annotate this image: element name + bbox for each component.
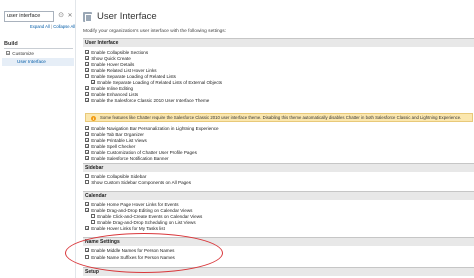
checkbox-checked[interactable]: ✓ — [85, 156, 89, 161]
page-description: Modify your organization's user interfac… — [83, 29, 227, 34]
option-collapsible-sidebar[interactable]: Enable Collapsible Sidebar — [85, 174, 146, 180]
option-drag-drop-editing[interactable]: ✓ Enable Drag-and-Drop Editing on Calenda… — [85, 208, 192, 214]
option-tab-bar-organizer[interactable]: ✓ Enable Tab Bar Organizer — [85, 132, 144, 138]
checkbox-unchecked[interactable] — [91, 220, 96, 225]
section-header-calendar: Calendar — [83, 191, 474, 200]
option-notification-banner[interactable]: ✓ Enable Salesforce Notification Banner — [85, 156, 169, 162]
option-drag-drop-scheduling[interactable]: Enable Drag-and-Drop Scheduling on List … — [91, 220, 196, 226]
option-classic-2010-theme[interactable]: ✓ Enable the Salesforce Classic 2010 User… — [85, 98, 209, 104]
build-section-header: Build — [4, 41, 18, 47]
checkbox-checked[interactable]: ✓ — [85, 208, 89, 213]
divider — [4, 48, 73, 49]
option-home-page-hover-links[interactable]: ✓ Enable Home Page Hover Links for Events — [85, 202, 179, 208]
option-label: Enable Drag-and-Drop Scheduling on List … — [97, 220, 196, 225]
link-separator: | — [50, 24, 53, 29]
section-header-sidebar: Sidebar — [83, 163, 474, 172]
option-label: Enable Customization of Chatter User Pro… — [91, 150, 197, 155]
option-spell-checker[interactable]: ✓ Enable Spell Checker — [85, 144, 135, 150]
checkbox-checked[interactable]: ✓ — [85, 86, 89, 91]
collapse-all-link[interactable]: Collapse All — [53, 24, 75, 29]
tree-item-label: Customize — [12, 51, 34, 56]
option-quick-create[interactable]: ✓ Show Quick Create — [85, 56, 131, 62]
section-header-user-interface: User Interface — [83, 38, 474, 47]
option-label: Enable Click-and-Create Events on Calend… — [97, 214, 203, 219]
option-label: Enable the Salesforce Classic 2010 User … — [91, 98, 210, 103]
option-label: Show Custom Sidebar Components on All Pa… — [91, 180, 192, 185]
option-nav-bar-personalization[interactable]: ✓ Enable Navigation Bar Personalization i… — [85, 126, 219, 132]
option-label: Enable Related List Hover Links — [91, 68, 157, 73]
expand-all-link[interactable]: Expand All — [30, 24, 50, 29]
option-label: Enable Separate Loading of Related Lists… — [97, 80, 223, 85]
checkbox-unchecked[interactable] — [85, 74, 90, 79]
checkbox-checked[interactable]: ✓ — [85, 226, 89, 231]
expand-collapse-links: Expand All | Collapse All — [30, 24, 75, 29]
tree-item-user-interface[interactable]: User Interface — [2, 58, 74, 66]
option-separate-loading[interactable]: Enable Separate Loading of Related Lists — [85, 74, 176, 80]
option-inline-editing[interactable]: ✓ Enable Inline Editing — [85, 86, 133, 92]
checkbox-checked[interactable]: ✓ — [85, 132, 89, 137]
option-label: Enable Drag-and-Drop Editing on Calendar… — [91, 208, 193, 213]
option-label: Enable Enhanced Lists — [91, 92, 139, 97]
option-hover-details[interactable]: ✓ Enable Hover Details — [85, 62, 134, 68]
option-label: Enable Printable List Views — [91, 138, 147, 143]
option-label: Enable Separate Loading of Related Lists — [91, 74, 176, 79]
option-enhanced-lists[interactable]: ✓ Enable Enhanced Lists — [85, 92, 138, 98]
checkbox-unchecked[interactable] — [85, 174, 90, 179]
checkbox-unchecked[interactable] — [91, 214, 96, 219]
page-title: User Interface — [97, 11, 157, 22]
option-hover-links-tasks[interactable]: ✓ Enable Hover Links for My Tasks list — [85, 226, 165, 232]
option-label: Enable Spell Checker — [91, 144, 136, 149]
option-label: Enable Inline Editing — [91, 86, 134, 91]
info-banner: i Some features like Chatter require the… — [85, 113, 473, 122]
annotation-ellipse — [65, 233, 223, 273]
checkbox-checked[interactable]: ✓ — [85, 138, 89, 143]
info-icon: i — [91, 115, 96, 121]
option-label: Enable Salesforce Notification Banner — [91, 156, 169, 161]
checkbox-checked[interactable]: ✓ — [85, 98, 89, 103]
option-click-create-events[interactable]: Enable Click-and-Create Events on Calend… — [91, 214, 202, 220]
checkbox-checked[interactable]: ✓ — [85, 56, 89, 61]
option-label: Enable Hover Links for My Tasks list — [91, 226, 165, 231]
search-icon[interactable]: ⊙ — [57, 11, 65, 22]
option-chatter-profile-customization[interactable]: ✓ Enable Customization of Chatter User Pr… — [85, 150, 197, 156]
info-banner-text: Some features like Chatter require the S… — [100, 115, 462, 120]
option-label: Enable Navigation Bar Personalization in… — [91, 126, 219, 131]
collapse-toggle-icon[interactable]: − — [6, 51, 10, 56]
tree-item-customize[interactable]: − Customize — [6, 51, 34, 56]
option-label: Show Quick Create — [91, 56, 131, 61]
quick-find-input[interactable]: user interface — [4, 11, 54, 22]
checkbox-checked[interactable]: ✓ — [85, 68, 89, 73]
checkbox-checked[interactable]: ✓ — [91, 80, 95, 85]
option-separate-loading-external[interactable]: ✓ Enable Separate Loading of Related List… — [91, 80, 222, 86]
option-label: Enable Tab Bar Organizer — [91, 132, 144, 137]
checkbox-checked[interactable]: ✓ — [85, 144, 89, 149]
option-custom-sidebar-components[interactable]: Show Custom Sidebar Components on All Pa… — [85, 180, 191, 186]
checkbox-unchecked[interactable] — [85, 180, 90, 185]
checkbox-checked[interactable]: ✓ — [85, 126, 89, 131]
option-label: Enable Home Page Hover Links for Events — [91, 202, 179, 207]
checkbox-checked[interactable]: ✓ — [85, 50, 89, 55]
setup-sidebar: user interface ⊙ ✕ Expand All | Collapse… — [0, 0, 76, 278]
setup-page-icon — [83, 12, 92, 22]
checkbox-checked[interactable]: ✓ — [85, 202, 89, 207]
checkbox-checked[interactable]: ✓ — [85, 92, 89, 97]
option-collapsible-sections[interactable]: ✓ Enable Collapsible Sections — [85, 50, 148, 56]
checkbox-checked[interactable]: ✓ — [85, 150, 89, 155]
option-related-list-hover-links[interactable]: ✓ Enable Related List Hover Links — [85, 68, 157, 74]
clear-search-icon[interactable]: ✕ — [66, 11, 74, 22]
option-label: Enable Collapsible Sections — [91, 50, 149, 55]
option-label: Enable Collapsible Sidebar — [91, 174, 147, 179]
option-label: Enable Hover Details — [91, 62, 135, 67]
checkbox-checked[interactable]: ✓ — [85, 62, 89, 67]
quick-find-row: user interface ⊙ ✕ — [4, 11, 73, 23]
option-printable-list-views[interactable]: ✓ Enable Printable List Views — [85, 138, 147, 144]
